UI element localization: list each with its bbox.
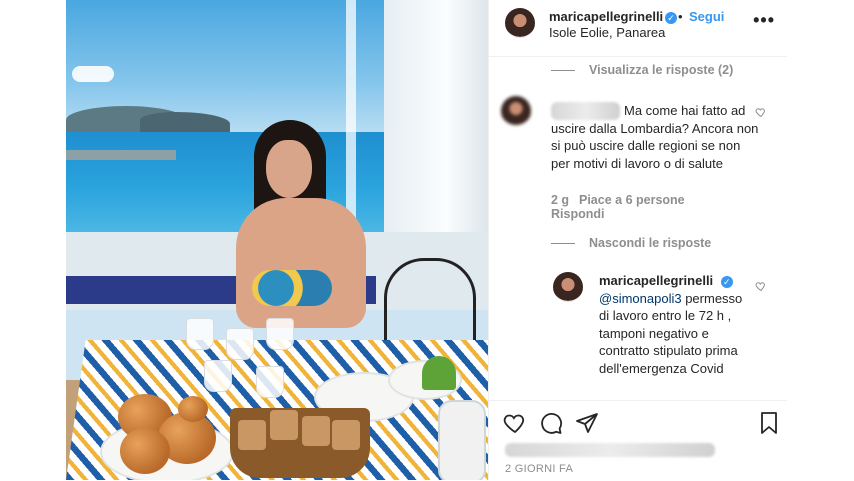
reply-button[interactable]: Rispondi: [551, 207, 604, 221]
reply-like-heart-icon[interactable]: [755, 280, 767, 292]
more-options-icon[interactable]: •••: [753, 10, 775, 31]
bookmark-icon[interactable]: [757, 411, 781, 435]
photo-toast: [270, 410, 298, 440]
comment-time: 2 g: [551, 193, 570, 207]
photo-woman-body: [236, 198, 366, 328]
post-date[interactable]: 2 GIORNI FA: [505, 463, 573, 475]
photo-glass: [256, 366, 284, 398]
location-link[interactable]: Isole Eolie, Panarea: [549, 25, 665, 40]
header-dot-separator: •: [678, 9, 683, 24]
post-header: maricapellegrinelli ✓ • Segui Isole Eoli…: [489, 0, 787, 57]
comment-icon[interactable]: [539, 411, 563, 435]
reply-mention-link[interactable]: @simonapoli3: [599, 291, 682, 306]
comment-likes-count[interactable]: Piace a 6 persone: [579, 193, 685, 207]
photo-glass: [226, 328, 254, 360]
view-replies-button[interactable]: Visualizza le risposte (2): [551, 63, 733, 77]
photo-glass: [186, 318, 214, 350]
reply-body: maricapellegrinelli ✓ @simonapoli3 perme…: [599, 272, 755, 377]
post-side-panel: maricapellegrinelli ✓ • Segui Isole Eoli…: [488, 0, 787, 480]
photo-brioche: [120, 428, 170, 474]
comment-like-heart-icon[interactable]: [755, 106, 767, 118]
reply-username[interactable]: maricapellegrinelli: [599, 273, 713, 288]
header-username[interactable]: maricapellegrinelli: [549, 9, 663, 24]
hide-replies-label: Nascondi le risposte: [589, 236, 712, 250]
photo-glass: [266, 318, 294, 350]
avatar[interactable]: [505, 8, 535, 38]
verified-badge-icon: ✓: [720, 275, 733, 288]
photo-glass: [204, 360, 232, 392]
comment-author-blurred[interactable]: simonapoli3: [551, 102, 621, 120]
photo-toast: [332, 420, 360, 450]
replies-line: [551, 70, 575, 72]
photo-chair: [384, 258, 476, 348]
photo-vase: [438, 400, 486, 480]
photo-pillar: [384, 0, 488, 260]
comment-avatar[interactable]: [501, 96, 531, 126]
likes-summary-blurred[interactable]: [505, 443, 715, 457]
view-replies-label: Visualizza le risposte (2): [589, 63, 734, 77]
photo-plant: [422, 356, 456, 390]
follow-button[interactable]: Segui: [689, 9, 724, 24]
photo-toast: [238, 420, 266, 450]
photo-window-mullion: [346, 0, 356, 232]
instagram-post: maricapellegrinelli ✓ • Segui Isole Eoli…: [66, 0, 787, 480]
like-heart-icon[interactable]: [503, 411, 527, 435]
photo-toast: [302, 416, 330, 446]
hide-replies-button[interactable]: Nascondi le risposte: [551, 236, 711, 250]
comment-body: simonapoli3 Ma come hai fatto ad uscire …: [551, 102, 761, 172]
share-icon[interactable]: [575, 411, 599, 435]
replies-line: [551, 243, 575, 245]
photo-brioche: [178, 396, 208, 422]
post-actions-bar: 2 GIORNI FA: [489, 400, 787, 481]
photo-woman-face: [266, 140, 312, 198]
comment-text-line1: Ma come hai fatto: [624, 103, 728, 118]
photo-bikini: [252, 270, 332, 306]
reply-avatar[interactable]: [553, 272, 583, 302]
post-photo[interactable]: [66, 0, 488, 480]
